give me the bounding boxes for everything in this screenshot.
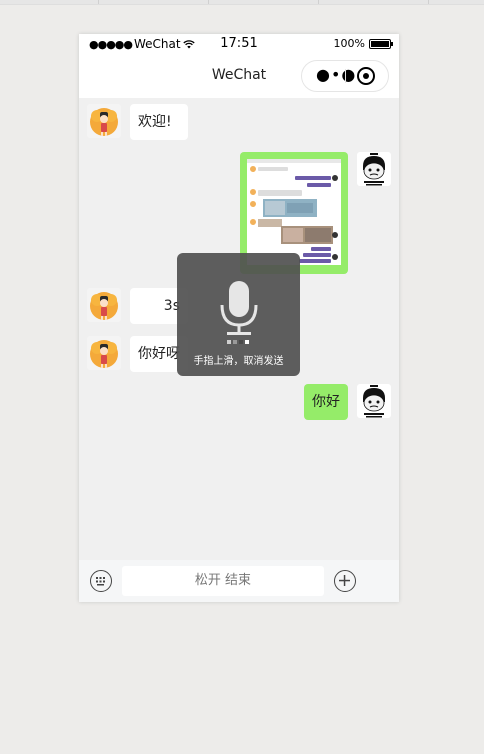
contact-avatar[interactable]	[87, 104, 121, 138]
meme-face-avatar-icon	[363, 153, 385, 186]
plus-circle-icon[interactable]	[334, 570, 356, 592]
message-bubble[interactable]: 欢迎!	[130, 104, 188, 140]
volume-level-indicator	[227, 340, 249, 344]
girl-avatar-icon	[90, 108, 118, 136]
target-circle-icon[interactable]	[357, 67, 375, 85]
more-dots-icon[interactable]: ●•●	[316, 67, 356, 83]
capsule-divider	[345, 69, 346, 83]
keyboard-icon[interactable]	[90, 570, 112, 592]
input-bar: 松开 结束	[79, 560, 399, 602]
my-avatar[interactable]	[357, 384, 391, 418]
battery-icon	[369, 38, 393, 49]
miniprogram-capsule: ●•●	[301, 60, 389, 92]
browser-top-strip	[0, 0, 484, 5]
screenshot-thumbnail	[247, 159, 341, 265]
cancel-hint: 手指上滑，取消发送	[193, 356, 284, 367]
contact-avatar[interactable]	[87, 288, 121, 322]
status-bar: ●●●●● WeChat 17:51 100%	[79, 34, 399, 54]
girl-avatar-icon	[90, 292, 118, 320]
hold-to-talk-button[interactable]: 松开 结束	[122, 566, 324, 596]
my-message-bubble[interactable]: 你好	[304, 384, 348, 420]
battery-percent: 100%	[333, 37, 365, 50]
phone-frame: ●●●●● WeChat 17:51 100% WeChat ●•● 欢迎! 3…	[79, 34, 399, 602]
meme-face-avatar-icon	[363, 385, 385, 418]
girl-avatar-icon	[90, 340, 118, 368]
my-avatar[interactable]	[357, 152, 391, 186]
contact-avatar[interactable]	[87, 336, 121, 370]
microphone-icon	[220, 281, 258, 335]
navigation-bar: WeChat ●•●	[79, 54, 399, 98]
voice-recording-overlay: 手指上滑，取消发送	[177, 253, 300, 376]
